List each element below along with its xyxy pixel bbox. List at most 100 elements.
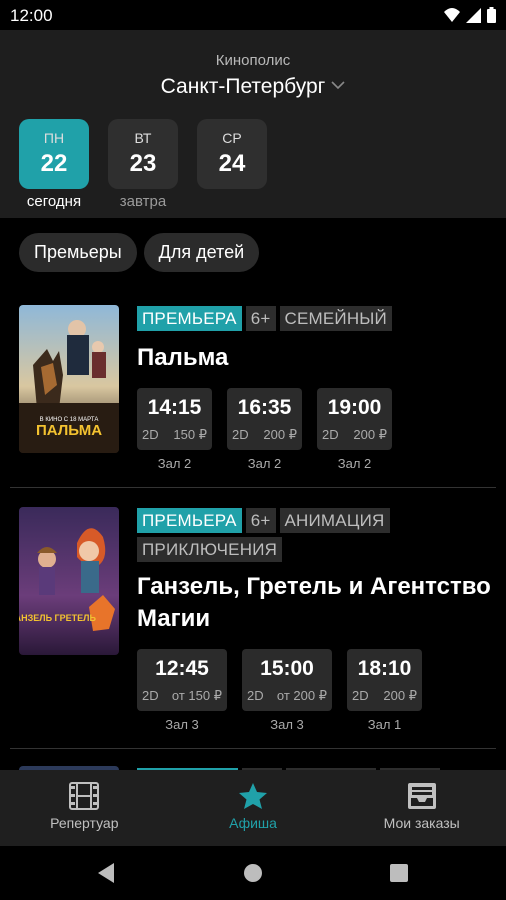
movie-tags: ПРЕМЬЕРА 6+ СЕМЕЙНЫЙ — [137, 306, 497, 331]
session-hall: Зал 2 — [157, 456, 192, 471]
session-time: 16:35 — [237, 396, 292, 419]
session-format: 2D — [247, 688, 264, 703]
system-navigation-bar — [0, 846, 506, 900]
session-hall: Зал 3 — [165, 717, 199, 732]
session-price: 200 ₽ — [353, 427, 387, 442]
session-time: 14:15 — [147, 396, 202, 419]
session-info: 2D 200 ₽ — [227, 427, 302, 443]
recents-icon[interactable] — [389, 862, 409, 884]
day-weekday: ПН — [43, 130, 65, 146]
movie-tags: ПРЕМЬЕРА 6+ АНИМАЦИЯ ПРИКЛЮЧЕНИЯ — [137, 508, 497, 562]
signal-icon — [444, 8, 460, 22]
session-price: от 200 ₽ — [276, 688, 327, 703]
nav-my-orders-label: Мои заказы — [383, 815, 460, 831]
tag-age: 6+ — [245, 306, 276, 331]
city-name: Санкт-Петербург — [160, 75, 326, 98]
session-item[interactable]: 15:00 2D от 200 ₽ Зал 3 — [242, 649, 332, 732]
session-list: 14:15 2D 150 ₽ Зал 2 16:35 2D 200 ₽ Зал 2 … — [137, 388, 392, 471]
tag-genre: АНИМАЦИЯ — [279, 508, 390, 533]
session-box: 12:45 2D от 150 ₽ — [137, 649, 227, 711]
session-format: 2D — [142, 427, 159, 442]
nav-afisha-label: Афиша — [229, 815, 277, 831]
tag-age: 6+ — [245, 508, 276, 533]
day-number: 24 — [218, 150, 246, 177]
session-item[interactable]: 19:00 2D 200 ₽ Зал 2 — [317, 388, 392, 471]
nav-repertoire[interactable]: Репертуар — [0, 770, 169, 846]
session-hall: Зал 1 — [367, 717, 402, 732]
nav-repertoire-label: Репертуар — [50, 815, 119, 831]
filter-kids-chip[interactable]: Для детей — [143, 233, 260, 272]
day-item-wednesday[interactable]: СР 24 — [197, 119, 267, 210]
day-number: 22 — [40, 150, 68, 177]
bottom-navigation: Репертуар Афиша Мои заказы — [0, 770, 506, 846]
session-box: 16:35 2D 200 ₽ — [227, 388, 302, 450]
session-item[interactable]: 18:10 2D 200 ₽ Зал 1 — [347, 649, 422, 732]
day-box: ВТ 23 — [108, 119, 178, 189]
film-icon — [69, 782, 100, 810]
session-format: 2D — [142, 688, 159, 703]
tag-genre: ПРИКЛЮЧЕНИЯ — [137, 537, 283, 562]
session-info: 2D 200 ₽ — [347, 688, 422, 704]
tag-premiere: ПРЕМЬЕРА — [137, 306, 242, 331]
nav-my-orders[interactable]: Мои заказы — [337, 770, 506, 846]
filter-chips: Премьеры Для детей — [19, 233, 260, 272]
status-time: 12:00 — [10, 6, 53, 25]
city-selector[interactable]: Санкт-Петербург — [0, 75, 506, 99]
tag-premiere: ПРЕМЬЕРА — [137, 508, 242, 533]
day-weekday: СР — [222, 130, 242, 146]
session-info: 2D от 150 ₽ — [137, 688, 227, 704]
session-format: 2D — [322, 427, 339, 442]
status-bar: 12:00 — [0, 0, 506, 30]
battery-icon — [487, 7, 496, 23]
star-icon — [239, 783, 267, 809]
movie-title[interactable]: Пальма — [137, 342, 497, 374]
session-hall: Зал 2 — [247, 456, 282, 471]
session-time: 18:10 — [357, 657, 412, 680]
tag-genre: СЕМЕЙНЫЙ — [279, 306, 392, 331]
session-box: 18:10 2D 200 ₽ — [347, 649, 422, 711]
session-time: 15:00 — [260, 657, 314, 680]
date-selector: ПН 22 сегодня ВТ 23 завтра СР 24 — [19, 119, 267, 210]
day-caption: завтра — [119, 193, 167, 210]
divider — [10, 748, 496, 749]
day-caption: сегодня — [26, 193, 82, 210]
nav-afisha[interactable]: Афиша — [169, 770, 338, 846]
back-icon[interactable] — [96, 862, 116, 884]
day-item-today[interactable]: ПН 22 сегодня — [19, 119, 89, 210]
day-item-tomorrow[interactable]: ВТ 23 завтра — [108, 119, 178, 210]
session-info: 2D от 200 ₽ — [242, 688, 332, 704]
session-list: 12:45 2D от 150 ₽ Зал 3 15:00 2D от 200 ₽ … — [137, 649, 422, 732]
movie-card[interactable]: В КИНО С 18 МАРТА ПАЛЬМА ПРЕМЬЕРА 6+ СЕМ… — [0, 305, 506, 487]
movie-card[interactable]: ГАНЗЕЛЬ ГРЕТЕЛЬ ПРЕМЬЕРА 6+ АНИМАЦИЯ ПРИ… — [0, 507, 506, 747]
poster-title: ГАНЗЕЛЬ ГРЕТЕЛЬ — [19, 613, 96, 623]
session-price: 200 ₽ — [383, 688, 417, 703]
divider — [10, 487, 496, 488]
cinema-name: Кинополис — [215, 52, 291, 69]
day-weekday: ВТ — [134, 130, 152, 146]
movie-poster[interactable]: ГАНЗЕЛЬ ГРЕТЕЛЬ — [19, 507, 119, 655]
session-item[interactable]: 14:15 2D 150 ₽ Зал 2 — [137, 388, 212, 471]
movie-title[interactable]: Ганзель, Гретель и Агентство Магии — [137, 571, 497, 635]
cinema-header: Кинополис Санкт-Петербург ПН 22 сегодня … — [0, 30, 506, 218]
movie-poster[interactable]: В КИНО С 18 МАРТА ПАЛЬМА — [19, 305, 119, 453]
session-time: 12:45 — [155, 657, 209, 680]
session-hall: Зал 2 — [337, 456, 372, 471]
session-price: 150 ₽ — [173, 427, 207, 442]
session-info: 2D 150 ₽ — [137, 427, 212, 443]
filter-premieres-chip[interactable]: Премьеры — [19, 233, 137, 272]
session-box: 14:15 2D 150 ₽ — [137, 388, 212, 450]
day-box: СР 24 — [197, 119, 267, 189]
inbox-icon — [407, 783, 436, 809]
session-price: от 150 ₽ — [171, 688, 222, 703]
wifi-icon — [466, 7, 481, 23]
day-box: ПН 22 — [19, 119, 89, 189]
session-item[interactable]: 12:45 2D от 150 ₽ Зал 3 — [137, 649, 227, 732]
session-format: 2D — [232, 427, 249, 442]
status-icons — [444, 7, 496, 23]
session-price: 200 ₽ — [263, 427, 297, 442]
home-icon[interactable] — [243, 862, 263, 884]
session-item[interactable]: 16:35 2D 200 ₽ Зал 2 — [227, 388, 302, 471]
session-format: 2D — [352, 688, 369, 703]
session-info: 2D 200 ₽ — [317, 427, 392, 443]
poster-title: ПАЛЬМА — [36, 422, 102, 439]
